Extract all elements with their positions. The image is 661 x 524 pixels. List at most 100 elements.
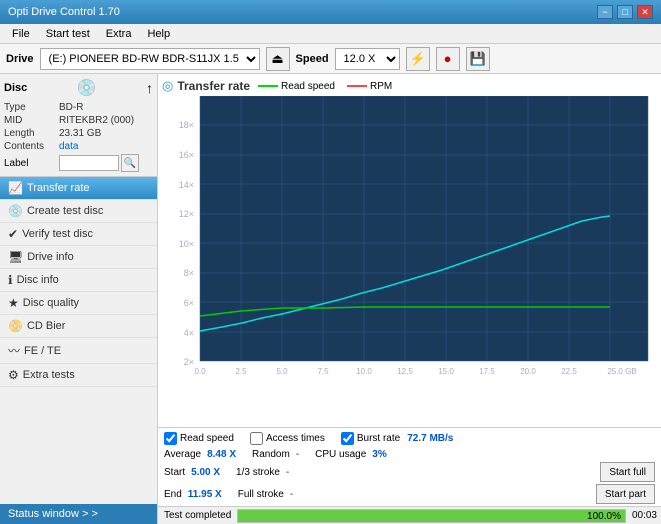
nav-drive-info-label: Drive info bbox=[27, 251, 73, 263]
svg-text:17.5: 17.5 bbox=[479, 367, 495, 376]
nav-extra-tests[interactable]: ⚙ Extra tests bbox=[0, 364, 157, 387]
nav-verify-test-disc[interactable]: ✔ Verify test disc bbox=[0, 223, 157, 246]
left-panel: Disc 💿 ↑ Type BD-R MID RITEKBR2 (000) Le… bbox=[0, 74, 158, 524]
status-bar: Test completed 100.0% 00:03 bbox=[158, 506, 661, 524]
chart-title: Transfer rate bbox=[177, 79, 250, 93]
burst-rate-cb-label: Burst rate bbox=[357, 433, 400, 444]
svg-text:8×: 8× bbox=[184, 268, 194, 278]
type-label: Type bbox=[4, 102, 59, 113]
rpm-color-swatch bbox=[347, 85, 367, 87]
toolbar: Drive (E:) PIONEER BD-RW BDR-S11JX 1.50 … bbox=[0, 44, 661, 74]
average-label: Average bbox=[164, 449, 201, 460]
svg-text:2.5: 2.5 bbox=[235, 367, 247, 376]
svg-text:16×: 16× bbox=[179, 150, 194, 160]
main-layout: Disc 💿 ↑ Type BD-R MID RITEKBR2 (000) Le… bbox=[0, 74, 661, 524]
status-window[interactable]: Status window > > bbox=[0, 504, 157, 524]
menu-file[interactable]: File bbox=[4, 27, 38, 41]
nav-fe-te-label: FE / TE bbox=[24, 345, 61, 357]
nav-transfer-rate[interactable]: 📈 Transfer rate bbox=[0, 177, 157, 200]
chart-legend: Read speed RPM bbox=[258, 81, 392, 92]
nav-disc-quality[interactable]: ★ Disc quality bbox=[0, 292, 157, 315]
disc-label-input[interactable] bbox=[59, 155, 119, 171]
drive-label: Drive bbox=[6, 53, 34, 65]
nav-disc-info-label: Disc info bbox=[17, 274, 59, 286]
type-value: BD-R bbox=[59, 102, 83, 113]
legend-read: Read speed bbox=[258, 81, 335, 92]
toolbar-button-1[interactable]: ● bbox=[436, 47, 460, 71]
svg-text:12.5: 12.5 bbox=[397, 367, 413, 376]
svg-text:2×: 2× bbox=[184, 357, 194, 367]
chart-container: ◎ Transfer rate Read speed RPM bbox=[158, 74, 661, 427]
maximize-button[interactable]: □ bbox=[617, 5, 633, 19]
end-label: End bbox=[164, 489, 182, 500]
svg-text:6×: 6× bbox=[184, 298, 194, 308]
drive-select[interactable]: (E:) PIONEER BD-RW BDR-S11JX 1.50 bbox=[40, 48, 260, 70]
speed-select[interactable]: 12.0 X ↓ bbox=[335, 48, 400, 70]
svg-text:4×: 4× bbox=[184, 328, 194, 338]
start-label: Start bbox=[164, 467, 185, 478]
progress-bar-inner bbox=[238, 510, 625, 522]
length-value: 23.31 GB bbox=[59, 128, 101, 139]
transfer-rate-chart: 2× 4× 6× 8× 10× 12× 14× 16× 18× 0.0 2.5 … bbox=[162, 96, 652, 381]
nav-fe-te[interactable]: 〰 FE / TE bbox=[0, 338, 157, 364]
end-value: 11.95 X bbox=[188, 489, 222, 500]
read-speed-checkbox[interactable] bbox=[164, 432, 177, 445]
svg-text:10×: 10× bbox=[179, 239, 194, 249]
mid-value: RITEKBR2 (000) bbox=[59, 115, 134, 126]
window-controls: − □ ✕ bbox=[597, 5, 653, 19]
svg-text:10.0: 10.0 bbox=[356, 367, 372, 376]
status-window-label: Status window > > bbox=[8, 508, 98, 520]
start-part-button[interactable]: Start part bbox=[596, 484, 655, 504]
title-bar: Opti Drive Control 1.70 − □ ✕ bbox=[0, 0, 661, 24]
legend-read-label: Read speed bbox=[281, 81, 335, 92]
extra-tests-icon: ⚙ bbox=[8, 368, 19, 382]
burst-rate-value: 72.7 MB/s bbox=[407, 433, 453, 444]
close-button[interactable]: ✕ bbox=[637, 5, 653, 19]
svg-text:0.0: 0.0 bbox=[194, 367, 206, 376]
menu-start-test[interactable]: Start test bbox=[38, 27, 98, 41]
app-title: Opti Drive Control 1.70 bbox=[8, 6, 120, 18]
checkbox-burst-rate[interactable]: Burst rate 72.7 MB/s bbox=[341, 432, 454, 445]
status-time: 00:03 bbox=[632, 510, 661, 521]
random-label: Random bbox=[252, 449, 290, 460]
disc-icon: 💿 bbox=[77, 78, 97, 98]
svg-text:20.0: 20.0 bbox=[520, 367, 536, 376]
minimize-button[interactable]: − bbox=[597, 5, 613, 19]
speed-icon-button[interactable]: ⚡ bbox=[406, 47, 430, 71]
nav-cd-bier-label: CD Bier bbox=[27, 320, 66, 332]
access-times-checkbox[interactable] bbox=[250, 432, 263, 445]
stroke13-value: - bbox=[286, 467, 289, 478]
transfer-rate-icon: 📈 bbox=[8, 181, 23, 195]
verify-disc-icon: ✔ bbox=[8, 227, 18, 241]
menu-help[interactable]: Help bbox=[139, 27, 178, 41]
random-value: - bbox=[296, 449, 299, 460]
cpu-label: CPU usage bbox=[315, 449, 366, 460]
disc-label-button[interactable]: 🔍 bbox=[121, 154, 139, 172]
speed-label: Speed bbox=[296, 53, 329, 65]
menu-bar: File Start test Extra Help bbox=[0, 24, 661, 44]
nav-disc-info[interactable]: ℹ Disc info bbox=[0, 269, 157, 292]
svg-text:12×: 12× bbox=[179, 209, 194, 219]
nav-cd-bier[interactable]: 📀 CD Bier bbox=[0, 315, 157, 338]
nav-disc-quality-label: Disc quality bbox=[23, 297, 79, 309]
svg-text:14×: 14× bbox=[179, 180, 194, 190]
create-disc-icon: 💿 bbox=[8, 204, 23, 218]
burst-rate-checkbox[interactable] bbox=[341, 432, 354, 445]
checkbox-access-times[interactable]: Access times bbox=[250, 432, 325, 445]
read-color-swatch bbox=[258, 85, 278, 87]
menu-extra[interactable]: Extra bbox=[98, 27, 140, 41]
nav-create-test-disc[interactable]: 💿 Create test disc bbox=[0, 200, 157, 223]
toolbar-button-2[interactable]: 💾 bbox=[466, 47, 490, 71]
checkbox-read-speed[interactable]: Read speed bbox=[164, 432, 234, 445]
legend-rpm: RPM bbox=[347, 81, 392, 92]
right-panel: ◎ Transfer rate Read speed RPM bbox=[158, 74, 661, 524]
disc-action-icon[interactable]: ↑ bbox=[146, 80, 153, 96]
start-full-button[interactable]: Start full bbox=[600, 462, 655, 482]
svg-text:7.5: 7.5 bbox=[317, 367, 329, 376]
nav-drive-info[interactable]: 🖥 Drive info bbox=[0, 246, 157, 269]
average-value: 8.48 X bbox=[207, 449, 236, 460]
checkboxes-row: Read speed Access times Burst rate 72.7 … bbox=[164, 432, 655, 445]
nav-transfer-rate-label: Transfer rate bbox=[27, 182, 90, 194]
fullstroke-label: Full stroke bbox=[238, 489, 284, 500]
eject-button[interactable]: ⏏ bbox=[266, 47, 290, 71]
